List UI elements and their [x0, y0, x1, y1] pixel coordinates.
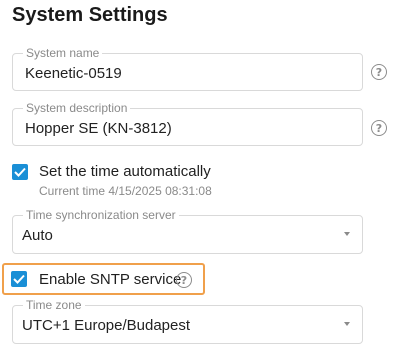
time-server-value[interactable]: Auto [22, 227, 53, 245]
help-icon[interactable]: ? [371, 64, 387, 80]
checkmark-icon [14, 167, 26, 177]
time-zone-label: Time zone [23, 298, 85, 312]
system-name-value[interactable]: Keenetic-0519 [25, 65, 122, 83]
help-icon[interactable]: ? [371, 120, 387, 136]
time-server-select[interactable]: Time synchronization server Auto [12, 208, 363, 254]
system-description-label: System description [23, 101, 131, 115]
current-time-text: Current time 4/15/2025 08:31:08 [39, 184, 212, 198]
sntp-label[interactable]: Enable SNTP service [39, 271, 181, 289]
auto-time-label[interactable]: Set the time automatically [39, 163, 211, 181]
system-description-value[interactable]: Hopper SE (KN-3812) [25, 120, 172, 138]
system-settings-page: System Settings System name Keenetic-051… [0, 0, 406, 353]
system-name-field[interactable]: System name Keenetic-0519 [12, 46, 363, 91]
page-title: System Settings [12, 4, 168, 26]
system-description-field[interactable]: System description Hopper SE (KN-3812) [12, 101, 363, 146]
help-icon[interactable]: ? [176, 272, 192, 288]
checkmark-icon [13, 274, 25, 284]
auto-time-checkbox[interactable] [12, 164, 28, 180]
time-zone-select[interactable]: Time zone UTC+1 Europe/Budapest [12, 298, 363, 344]
chevron-down-icon[interactable] [344, 322, 350, 326]
chevron-down-icon[interactable] [344, 232, 350, 236]
time-zone-value[interactable]: UTC+1 Europe/Budapest [22, 317, 190, 335]
sntp-checkbox[interactable] [11, 271, 27, 287]
time-server-label: Time synchronization server [23, 208, 179, 222]
system-name-label: System name [23, 46, 103, 60]
